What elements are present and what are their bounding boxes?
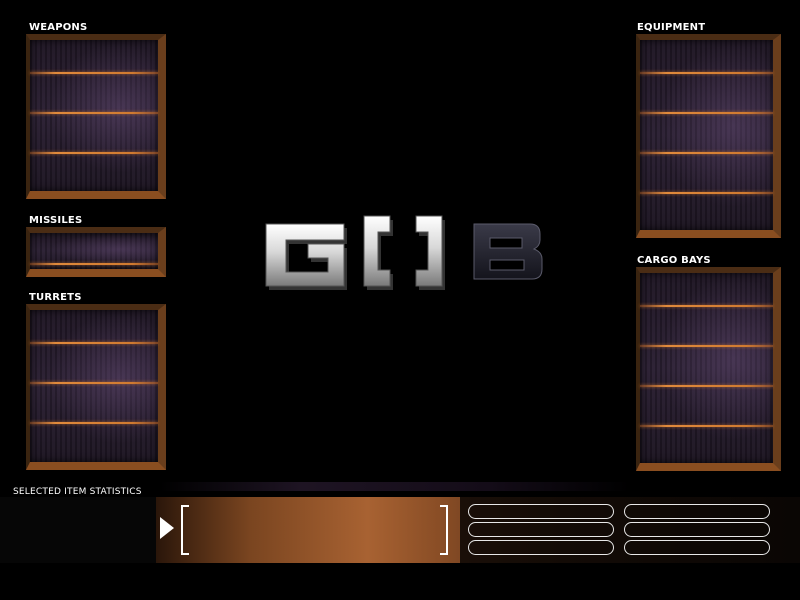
stat-field [624,540,770,555]
equipment-slot-divider [640,152,773,154]
turret-slot-divider [30,342,158,344]
stat-field [624,504,770,519]
weapons-label: WEAPONS [29,22,88,33]
cargo-slot-divider [640,345,773,347]
gob-logo-icon [256,212,546,297]
item-display-right-bracket [440,505,448,555]
logo-letter-o-brackets [363,215,445,290]
cargo-slot-divider [640,385,773,387]
cargo-slot-divider [640,425,773,427]
equipment-slot-divider [640,192,773,194]
missile-slot-divider [30,263,158,265]
turret-slot-divider [30,422,158,424]
missiles-slots-panel[interactable] [26,227,166,277]
equipment-slots-panel[interactable] [636,34,781,238]
item-display-left-bracket [181,505,189,555]
weapon-slot-divider [30,112,158,114]
logo-letter-b [473,223,543,280]
turret-slot-divider [30,382,158,384]
stat-field [468,540,614,555]
missiles-label: MISSILES [29,215,83,226]
selected-item-statistics-label: SELECTED ITEM STATISTICS [13,487,142,497]
equipment-slot-divider [640,112,773,114]
weapon-slot-divider [30,152,158,154]
turrets-label: TURRETS [29,292,82,303]
stat-field [468,522,614,537]
selector-arrow-icon[interactable] [160,517,174,539]
cargo-bays-slots-panel[interactable] [636,267,781,471]
console-top-strip [160,482,630,491]
stat-field [624,522,770,537]
cargo-slot-divider [640,305,773,307]
equipment-slot-divider [640,72,773,74]
turrets-slots-panel[interactable] [26,304,166,470]
weapons-slots-panel[interactable] [26,34,166,199]
stat-field [468,504,614,519]
cargo-bays-label: CARGO BAYS [637,255,711,266]
equipment-label: EQUIPMENT [637,22,706,33]
weapon-slot-divider [30,72,158,74]
logo-letter-g [265,223,347,290]
